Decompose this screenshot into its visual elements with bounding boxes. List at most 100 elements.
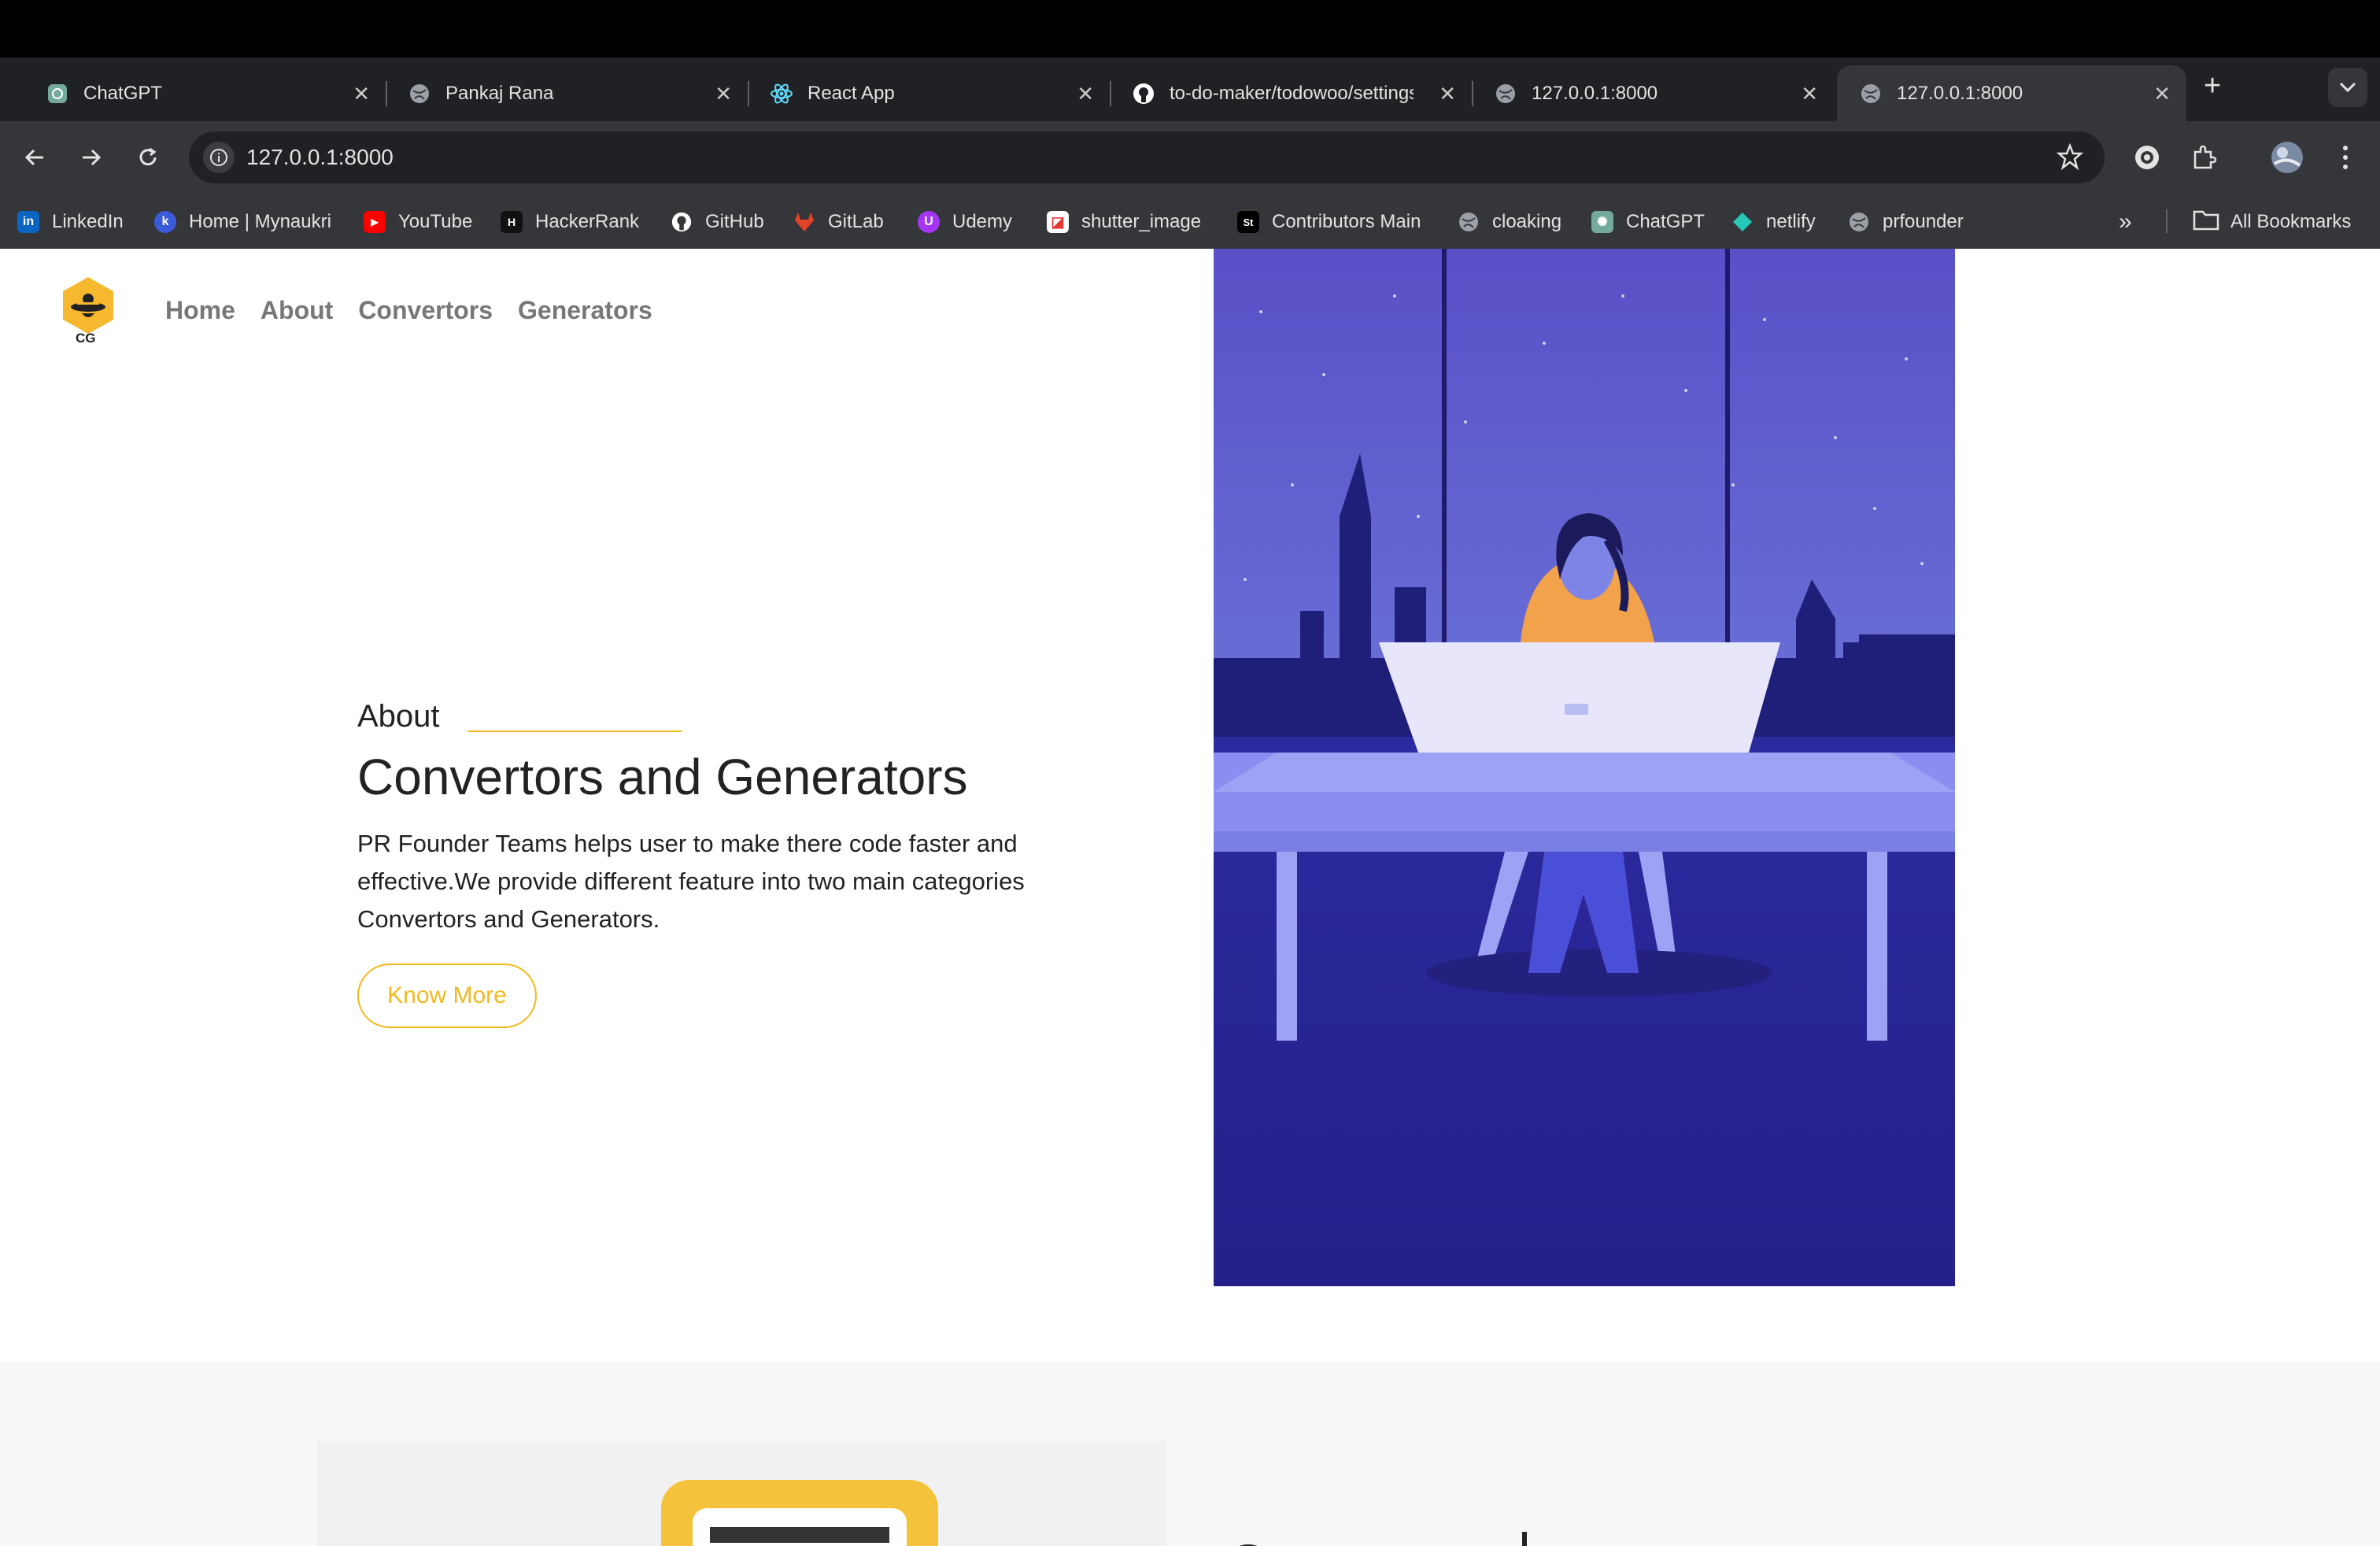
app-icon-bar (710, 1527, 889, 1543)
bookmark-prfounder[interactable]: prfounder (1848, 208, 1964, 236)
office-illustration (1214, 249, 1955, 1286)
bookmarks-bar: in LinkedIn k Home | Mynaukri ▶ YouTube … (0, 194, 2380, 249)
tab-title: ChatGPT (83, 83, 163, 104)
extensions-puzzle-icon[interactable] (2185, 139, 2223, 176)
github-icon (1132, 82, 1155, 105)
all-bookmarks-button[interactable]: All Bookmarks (2193, 208, 2351, 236)
bookmark-label: prfounder (1883, 211, 1964, 232)
bookmark-contributors-main[interactable]: St Contributors Main (1237, 208, 1421, 236)
nav-link-generators[interactable]: Generators (518, 296, 652, 325)
nav-link-about[interactable]: About (261, 296, 333, 325)
globe-icon (1848, 211, 1870, 233)
globe-icon (1458, 211, 1480, 233)
tab-title: Pankaj Rana (445, 83, 554, 104)
react-icon (770, 82, 793, 105)
all-bookmarks-label: All Bookmarks (2230, 211, 2352, 232)
bookmark-label: LinkedIn (52, 211, 124, 232)
tab-title: React App (808, 83, 895, 104)
arrow-left-icon (24, 149, 43, 166)
feature-app-icon (661, 1480, 938, 1546)
bookmark-star-icon[interactable] (2053, 139, 2087, 174)
linkedin-icon: in (17, 211, 39, 233)
reload-icon (139, 147, 157, 166)
close-icon[interactable]: ✕ (353, 82, 370, 106)
udemy-icon: U (918, 211, 940, 233)
browser-toolbar: 127.0.0.1:8000 (0, 121, 2380, 194)
chevron-down-icon (2339, 82, 2356, 93)
tab-search-button[interactable] (2328, 68, 2367, 107)
bookmark-label: GitHub (705, 211, 764, 232)
web-page: CG Home About Convertors Generators Abou… (0, 249, 2380, 1546)
bookmark-linkedin[interactable]: in LinkedIn (17, 208, 124, 236)
tab-strip: ChatGPT ✕ Pankaj Rana ✕ React App ✕ to-d… (0, 57, 2380, 122)
bookmark-label: HackerRank (535, 211, 640, 232)
site-logo[interactable]: CG (58, 274, 118, 346)
site-info-icon[interactable] (203, 142, 235, 173)
bookmark-label: netlify (1766, 211, 1816, 232)
bookmark-chatgpt[interactable]: ✺ ChatGPT (1591, 208, 1705, 236)
bookmark-label: ChatGPT (1626, 211, 1706, 232)
bookmark-shutter-image[interactable]: ◪ shutter_image (1047, 208, 1201, 236)
logo-text: CG (76, 331, 96, 346)
bookmark-label: Udemy (952, 211, 1013, 232)
mynaukri-icon: k (154, 211, 176, 233)
nav-link-convertors[interactable]: Convertors (358, 296, 493, 325)
netlify-icon (1731, 211, 1754, 233)
know-more-button[interactable]: Know More (357, 963, 537, 1028)
close-icon[interactable]: ✕ (2153, 82, 2171, 106)
close-icon[interactable]: ✕ (715, 82, 732, 106)
reload-button[interactable] (129, 139, 167, 176)
tab-pankaj-rana[interactable]: Pankaj Rana ✕ (386, 65, 749, 122)
back-button[interactable] (16, 139, 54, 176)
bookmark-hackerrank[interactable]: H HackerRank (501, 208, 639, 236)
bookmark-netlify[interactable]: netlify (1731, 208, 1816, 236)
globe-icon (408, 82, 431, 105)
tab-title: to-do-maker/todowoo/settings (1170, 83, 1414, 104)
bookmark-label: YouTube (398, 211, 473, 232)
hackerrank-icon: H (501, 211, 523, 233)
tab-chatgpt[interactable]: ChatGPT ✕ (24, 65, 387, 122)
double-chevron-right-icon: » (2119, 209, 2132, 235)
bookmark-label: shutter_image (1081, 211, 1202, 232)
menu-kebab-icon[interactable] (2326, 139, 2364, 176)
close-icon[interactable]: ✕ (1439, 82, 1456, 106)
extension-g-icon[interactable] (2128, 139, 2166, 176)
tab-title: 127.0.0.1:8000 (1897, 83, 2023, 104)
nav-link-home[interactable]: Home (165, 296, 235, 325)
forward-button[interactable] (72, 139, 110, 176)
close-icon[interactable]: ✕ (1077, 82, 1094, 106)
app-icon-screen (693, 1508, 907, 1546)
bookmark-youtube[interactable]: ▶ YouTube (364, 208, 472, 236)
shutter-icon: ◪ (1047, 211, 1069, 233)
bookmark-github[interactable]: GitHub (671, 208, 764, 236)
section-eyebrow: About (357, 699, 440, 734)
tab-github-todowoo[interactable]: to-do-maker/todowoo/settings ✕ (1110, 65, 1473, 122)
tab-react-app[interactable]: React App ✕ (748, 65, 1111, 122)
arrow-right-icon (83, 149, 102, 166)
bookmarks-divider (2166, 209, 2168, 233)
tab-localhost-1[interactable]: 127.0.0.1:8000 ✕ (1472, 65, 1834, 122)
partial-section-heading (1215, 1532, 1530, 1546)
window-top-bar (0, 0, 2380, 57)
chatgpt-icon: ✺ (1591, 211, 1613, 233)
gitlab-icon (793, 211, 815, 233)
eyebrow-underline (468, 730, 682, 732)
bookmark-mynaukri[interactable]: k Home | Mynaukri (154, 208, 331, 236)
contributors-icon: St (1237, 211, 1259, 233)
bookmark-gitlab[interactable]: GitLab (793, 208, 884, 236)
bookmark-udemy[interactable]: U Udemy (918, 208, 1012, 236)
globe-icon (1859, 82, 1883, 105)
profile-avatar-icon[interactable] (2268, 139, 2306, 176)
bookmarks-overflow-button[interactable]: » (2119, 208, 2132, 236)
close-icon[interactable]: ✕ (1801, 82, 1818, 106)
globe-icon (1494, 82, 1517, 105)
bookmark-label: Home | Mynaukri (189, 211, 331, 232)
address-bar[interactable]: 127.0.0.1:8000 (189, 131, 2105, 183)
new-tab-button[interactable]: + (2204, 69, 2221, 103)
folder-icon (2193, 209, 2219, 236)
site-nav: Home About Convertors Generators (165, 296, 652, 325)
url-text[interactable]: 127.0.0.1:8000 (246, 145, 394, 170)
tab-localhost-active[interactable]: 127.0.0.1:8000 ✕ (1837, 65, 2186, 122)
bookmark-cloaking[interactable]: cloaking (1458, 208, 1561, 236)
hero-description: PR Founder Teams helps user to make ther… (357, 830, 1025, 933)
